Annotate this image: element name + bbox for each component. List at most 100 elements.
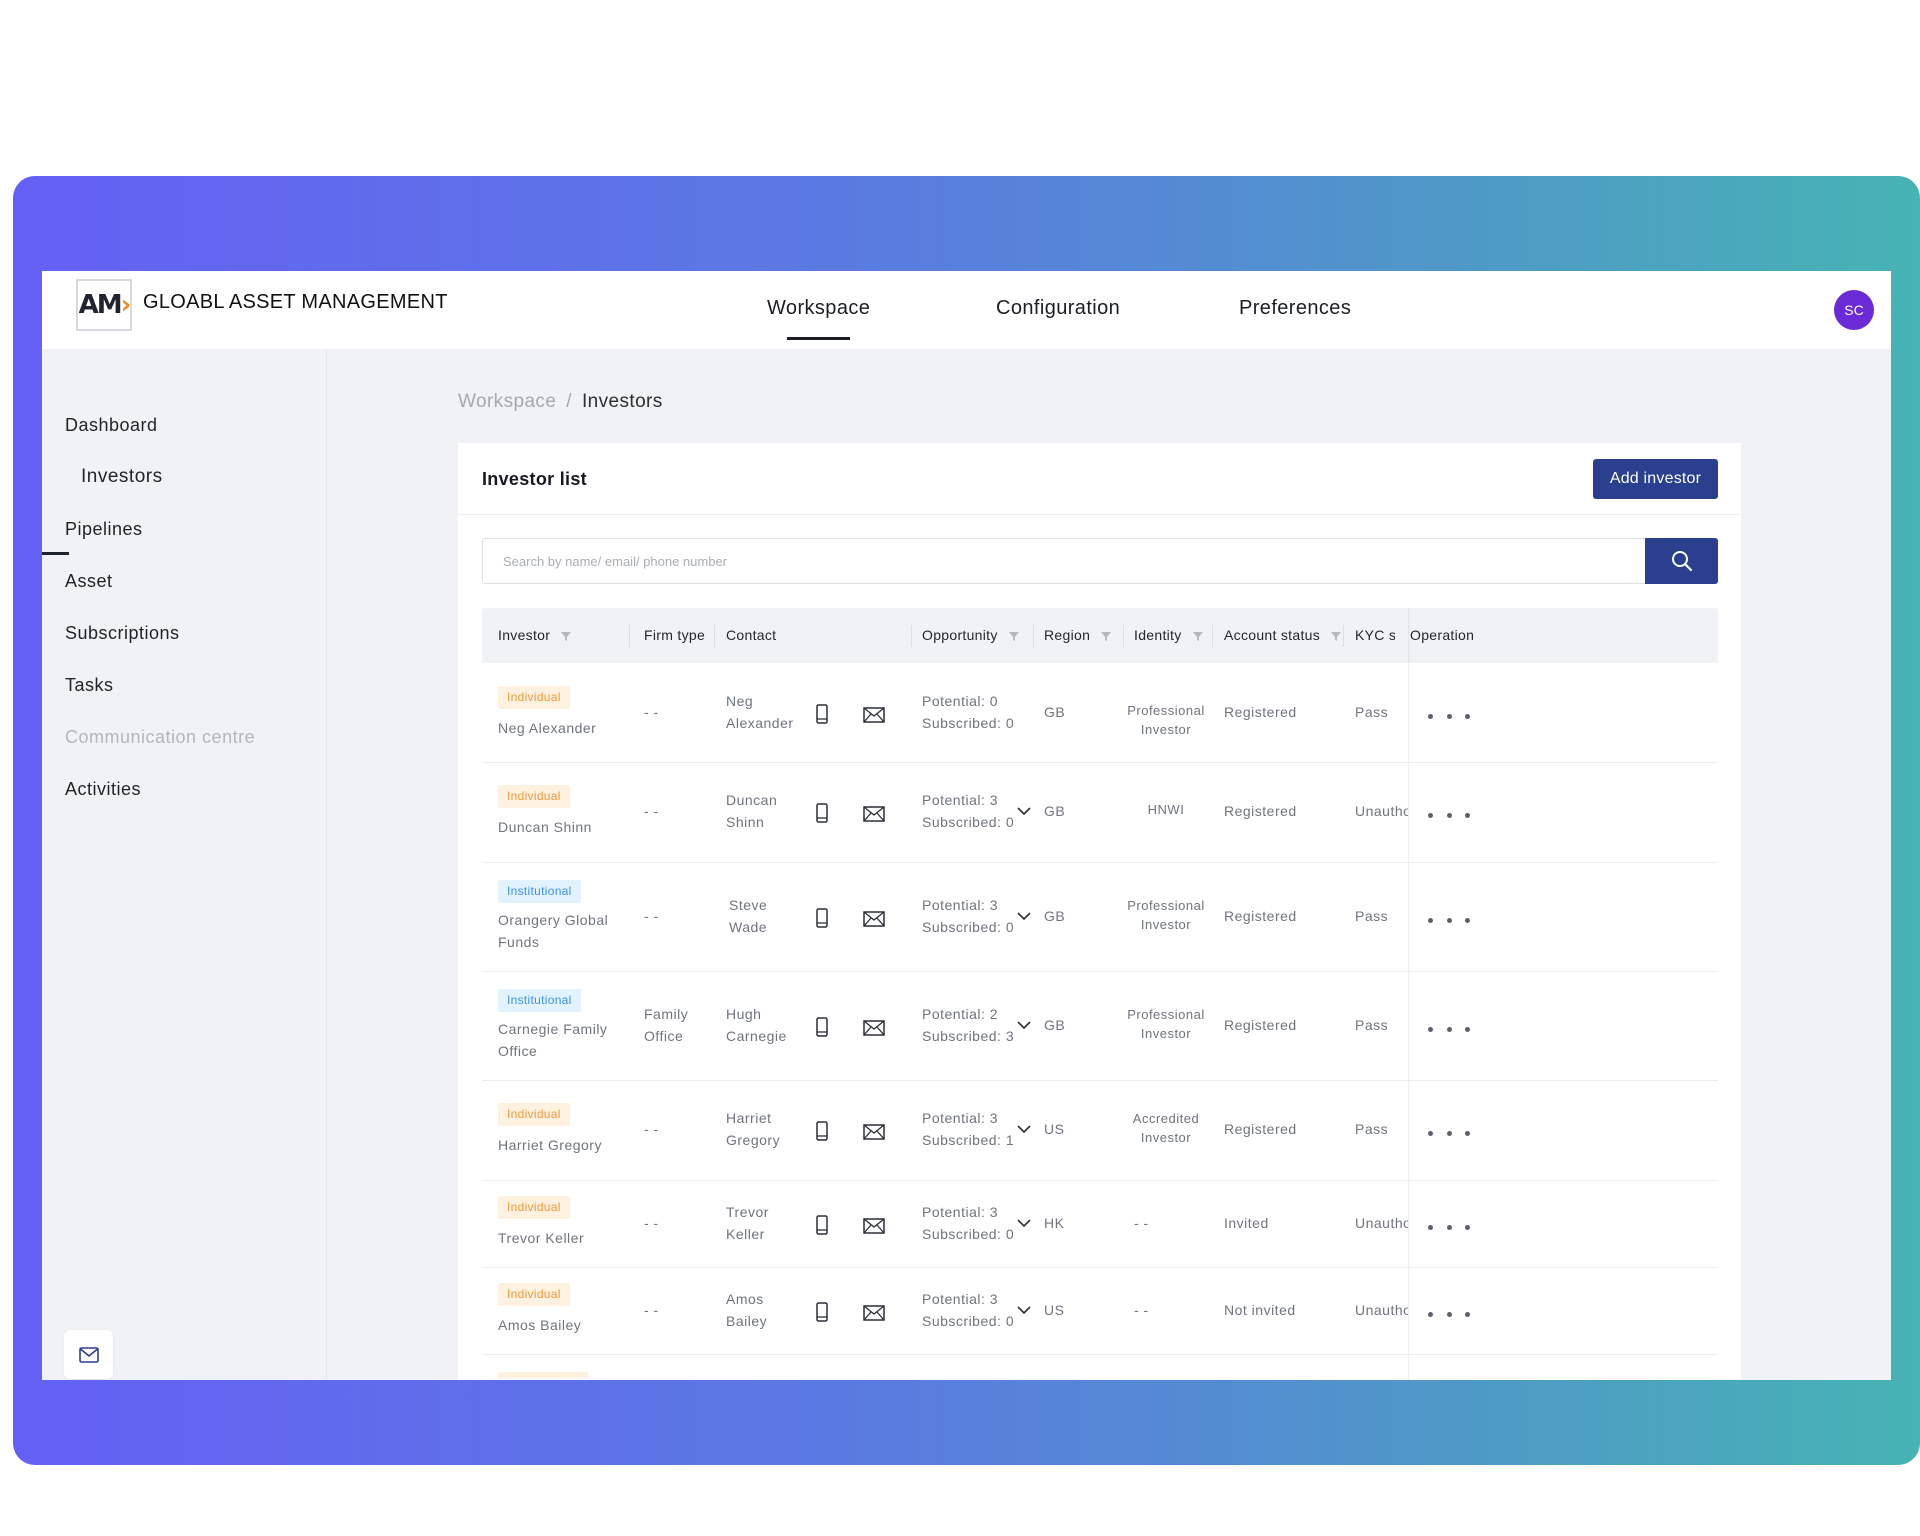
- region: GB: [1044, 704, 1066, 720]
- more-options-button[interactable]: [1428, 1123, 1470, 1143]
- email-icon[interactable]: [863, 1020, 885, 1036]
- search-button[interactable]: [1645, 538, 1718, 584]
- email-icon[interactable]: [863, 707, 885, 723]
- investor-name[interactable]: Carnegie Family Office: [498, 1018, 607, 1062]
- more-options-button[interactable]: [1428, 805, 1470, 825]
- firm-type: - -: [644, 1215, 659, 1231]
- kyc-status: Unauthorised: [1355, 803, 1408, 819]
- more-options-button[interactable]: [1428, 910, 1470, 930]
- identity: Professional Investor: [1127, 703, 1205, 737]
- company-logo[interactable]: AM›: [76, 279, 132, 331]
- header-investor[interactable]: Investor: [498, 627, 572, 643]
- email-icon[interactable]: [863, 806, 885, 822]
- header-region[interactable]: Region: [1044, 627, 1112, 643]
- filter-icon[interactable]: [560, 630, 572, 642]
- phone-icon[interactable]: [815, 1215, 829, 1235]
- search-icon: [1671, 551, 1692, 572]
- sidebar-item-tasks[interactable]: Tasks: [65, 675, 114, 696]
- header-opportunity[interactable]: Opportunity: [922, 627, 1020, 643]
- top-bar: AM› GLOABL ASSET MANAGEMENT Workspace Co…: [42, 271, 1891, 349]
- identity: Professional Investor: [1127, 898, 1205, 932]
- filter-icon[interactable]: [1192, 630, 1204, 642]
- identity: - -: [1134, 1302, 1149, 1318]
- table-row[interactable]: Institutional Orangery Global Funds - - S…: [482, 863, 1718, 972]
- header-account-status[interactable]: Account status: [1224, 627, 1342, 643]
- investor-name[interactable]: Trevor Keller: [498, 1227, 584, 1249]
- sidebar-item-investors[interactable]: Investors: [81, 466, 163, 488]
- table-row[interactable]: Individual Amos Bailey - - Amos Bailey Po…: [482, 1268, 1718, 1355]
- table-row[interactable]: Individual Duncan Shinn - - Duncan Shinn …: [482, 763, 1718, 863]
- account-status: Registered: [1224, 908, 1297, 924]
- account-status: Invited: [1224, 1215, 1269, 1231]
- filter-icon[interactable]: [1008, 630, 1020, 642]
- table-row[interactable]: Institutional Carnegie Family Office Fami…: [482, 972, 1718, 1081]
- tab-preferences[interactable]: Preferences: [1239, 297, 1351, 320]
- email-icon[interactable]: [863, 911, 885, 927]
- contact-name: Trevor Keller: [726, 1204, 769, 1242]
- sidebar-item-pipelines[interactable]: Pipelines: [65, 519, 143, 540]
- investor-list-card: Investor list Add investor Investor Firm…: [458, 443, 1741, 1380]
- add-investor-button[interactable]: Add investor: [1593, 459, 1718, 499]
- email-icon[interactable]: [863, 1124, 885, 1140]
- sidebar: Dashboard Investors Pipelines Asset Subs…: [42, 349, 327, 1380]
- phone-icon[interactable]: [815, 1017, 829, 1037]
- messages-button[interactable]: [64, 1330, 113, 1379]
- investor-name[interactable]: Neg Alexander: [498, 717, 596, 739]
- filter-icon[interactable]: [1100, 630, 1112, 642]
- contact-name: Duncan Shinn: [726, 792, 778, 830]
- investor-name[interactable]: Orangery Global Funds: [498, 909, 608, 953]
- more-options-button[interactable]: [1428, 1217, 1470, 1237]
- sidebar-item-asset[interactable]: Asset: [65, 571, 113, 592]
- identity: Professional Investor: [1127, 1007, 1205, 1041]
- chevron-down-icon[interactable]: [1017, 1218, 1031, 1228]
- phone-icon[interactable]: [815, 1302, 829, 1322]
- header-identity[interactable]: Identity: [1134, 627, 1204, 643]
- opportunity-counts: Potential: 3 Subscribed: 0: [922, 897, 1015, 935]
- chevron-down-icon[interactable]: [1017, 911, 1031, 921]
- region: US: [1044, 1121, 1065, 1137]
- kyc-status: Pass: [1355, 1017, 1389, 1033]
- more-options-button[interactable]: [1428, 1019, 1470, 1039]
- header-firm-type: Firm type: [644, 627, 706, 643]
- chevron-down-icon[interactable]: [1017, 1305, 1031, 1315]
- table-row[interactable]: Individual Harriet Gregory - - Harriet Gr…: [482, 1081, 1718, 1181]
- table-row[interactable]: Individual Trevor Keller - - Trevor Kelle…: [482, 1181, 1718, 1268]
- search-input[interactable]: [482, 538, 1645, 584]
- opportunity-counts: Potential: 2 Subscribed: 3: [922, 1006, 1015, 1044]
- contact-name: Harriet Gregory: [726, 1110, 781, 1148]
- header-contact: Contact: [726, 627, 777, 643]
- investor-name[interactable]: Amos Bailey: [498, 1314, 581, 1336]
- investor-name[interactable]: Harriet Gregory: [498, 1134, 602, 1156]
- email-icon[interactable]: [863, 1218, 885, 1234]
- header-operation: Operation: [1410, 627, 1475, 643]
- more-options-button[interactable]: [1428, 1304, 1470, 1324]
- account-status: Registered: [1224, 704, 1297, 720]
- chevron-down-icon[interactable]: [1017, 806, 1031, 816]
- region: GB: [1044, 803, 1066, 819]
- contact-name: Steve Wade: [729, 897, 768, 935]
- opportunity-counts: Potential: 3 Subscribed: 0: [922, 792, 1015, 830]
- sidebar-item-activities[interactable]: Activities: [65, 779, 141, 800]
- kyc-status: Unauthorised: [1355, 1215, 1408, 1231]
- email-icon[interactable]: [863, 1305, 885, 1321]
- phone-icon[interactable]: [815, 704, 829, 724]
- breadcrumb-separator: /: [566, 391, 572, 412]
- chevron-down-icon[interactable]: [1017, 1124, 1031, 1134]
- breadcrumb-workspace[interactable]: Workspace: [458, 391, 556, 412]
- more-options-button[interactable]: [1428, 706, 1470, 726]
- table-row[interactable]: Individual Neg Alexander - - Neg Alexande…: [482, 663, 1718, 763]
- filter-icon[interactable]: [1330, 630, 1342, 642]
- phone-icon[interactable]: [815, 1121, 829, 1141]
- sidebar-item-subscriptions[interactable]: Subscriptions: [65, 623, 180, 644]
- tab-configuration[interactable]: Configuration: [996, 297, 1120, 320]
- contact-name: Neg Alexander: [726, 693, 794, 731]
- brand-name: GLOABL ASSET MANAGEMENT: [143, 291, 448, 313]
- tab-workspace[interactable]: Workspace: [767, 297, 870, 340]
- sidebar-item-dashboard[interactable]: Dashboard: [65, 415, 158, 436]
- user-avatar[interactable]: SC: [1834, 290, 1874, 330]
- chevron-down-icon[interactable]: [1017, 1020, 1031, 1030]
- investor-name[interactable]: Duncan Shinn: [498, 816, 592, 838]
- phone-icon[interactable]: [815, 908, 829, 928]
- region: GB: [1044, 908, 1066, 924]
- phone-icon[interactable]: [815, 803, 829, 823]
